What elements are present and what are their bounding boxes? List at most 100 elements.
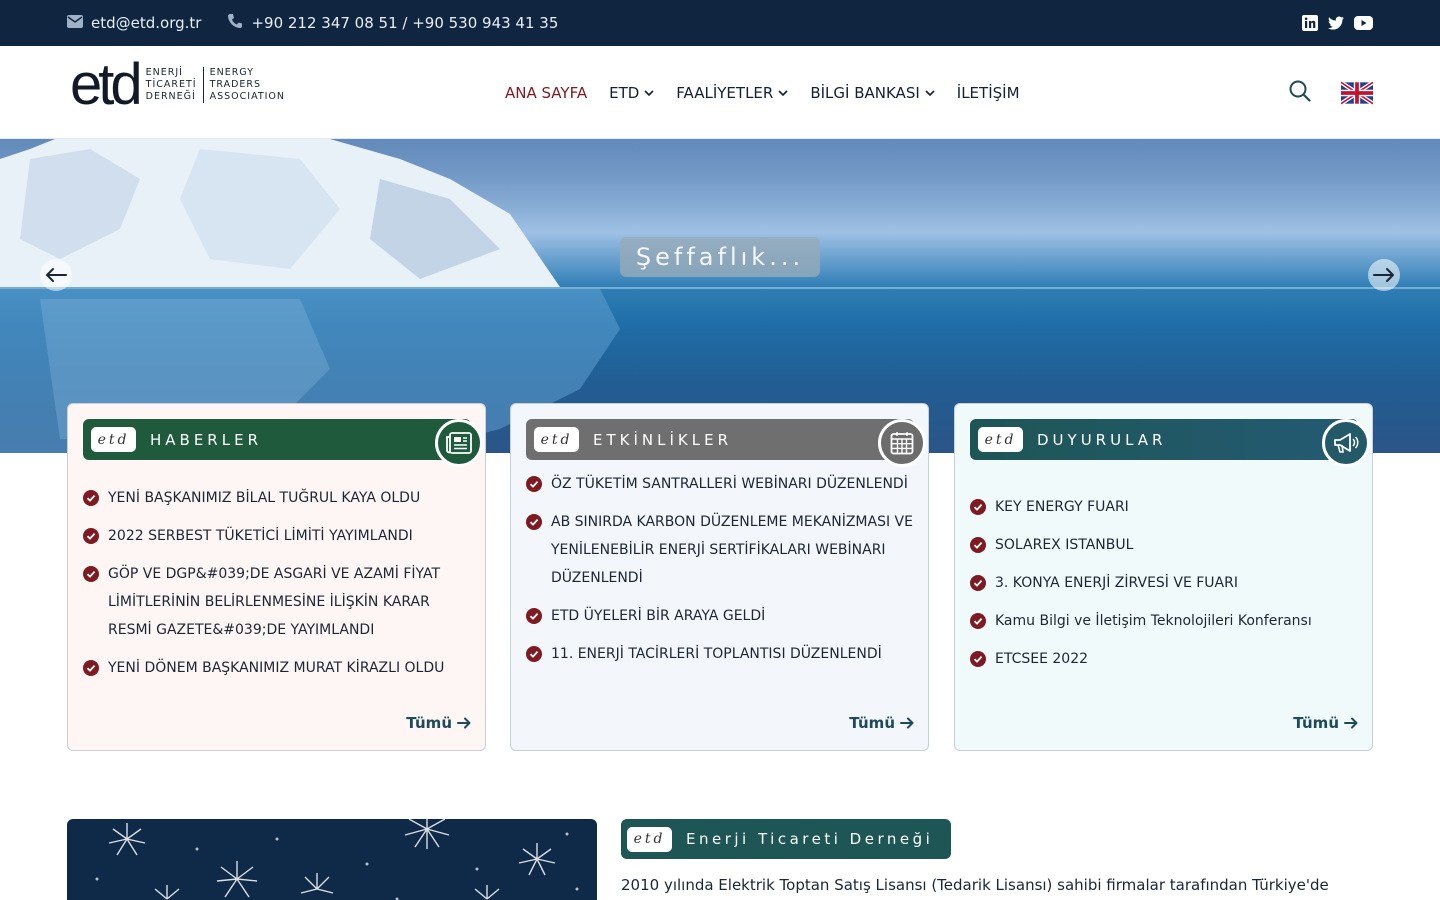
about-section-text: 2010 yılında Elektrik Toptan Satış Lisan… bbox=[621, 876, 1329, 894]
logo-tr-line-2: TİCARETİ bbox=[145, 79, 197, 90]
list-item[interactable]: GÖP VE DGP&#039;DE ASGARİ VE AZAMİ FİYAT… bbox=[83, 560, 471, 644]
check-circle-icon bbox=[526, 514, 542, 530]
chevron-down-icon bbox=[644, 89, 654, 96]
check-circle-icon bbox=[526, 646, 542, 662]
see-all-label: Tümü bbox=[849, 714, 895, 732]
email-text: etd@etd.org.tr bbox=[91, 14, 202, 32]
envelope-icon bbox=[67, 14, 83, 32]
nav-label: İLETİŞİM bbox=[956, 83, 1020, 102]
newspaper-icon bbox=[435, 419, 483, 467]
check-circle-icon bbox=[970, 575, 986, 591]
check-circle-icon bbox=[970, 537, 986, 553]
nav-item-contact[interactable]: İLETİŞİM bbox=[957, 84, 1020, 102]
logo-mark: etd bbox=[70, 52, 143, 117]
email-link[interactable]: etd@etd.org.tr bbox=[67, 14, 201, 32]
arrow-right-icon bbox=[900, 717, 914, 729]
list-item-text: ETD ÜYELERİ BİR ARAYA GELDİ bbox=[551, 608, 766, 624]
logo-en-line-1: ENERGY bbox=[209, 67, 254, 78]
list-item[interactable]: YENİ DÖNEM BAŞKANIMIZ MURAT KİRAZLI OLDU bbox=[83, 654, 471, 682]
nav-label: ETD bbox=[609, 83, 640, 102]
nav-item-knowledge-base[interactable]: BİLGİ BANKASI bbox=[810, 84, 935, 102]
list-item-text: Kamu Bilgi ve İletişim Teknolojileri Kon… bbox=[995, 613, 1312, 629]
list-item[interactable]: 2022 SERBEST TÜKETİCİ LİMİTİ YAYIMLANDI bbox=[83, 522, 471, 550]
announcements-list: KEY ENERGY FUARI SOLAREX ISTANBUL 3. KON… bbox=[970, 493, 1358, 683]
arrow-right-icon bbox=[1373, 268, 1394, 282]
english-flag-icon[interactable] bbox=[1341, 80, 1373, 105]
nav-item-activities[interactable]: FAALİYETLER bbox=[676, 84, 788, 102]
nav-label: FAALİYETLER bbox=[676, 83, 774, 102]
site-logo[interactable]: etd ENERJİ TİCARETİ DERNEĞİ ENERGY TRADE… bbox=[70, 56, 285, 114]
list-item[interactable]: Kamu Bilgi ve İletişim Teknolojileri Kon… bbox=[970, 607, 1358, 635]
list-item-text: GÖP VE DGP&#039;DE ASGARİ VE AZAMİ FİYAT… bbox=[108, 566, 441, 638]
list-item[interactable]: 11. ENERJİ TACİRLERİ TOPLANTISI DÜZENLEN… bbox=[526, 640, 914, 668]
list-item-text: ÖZ TÜKETİM SANTRALLERİ WEBİNARI DÜZENLEN… bbox=[551, 476, 908, 492]
contact-info: etd@etd.org.tr +90 212 347 08 51 / +90 5… bbox=[67, 0, 558, 46]
list-item[interactable]: SOLAREX ISTANBUL bbox=[970, 531, 1358, 559]
see-all-label: Tümü bbox=[406, 714, 452, 732]
etd-pill: etd bbox=[91, 427, 136, 452]
search-icon[interactable] bbox=[1289, 80, 1311, 106]
check-circle-icon bbox=[970, 499, 986, 515]
list-item-text: 11. ENERJİ TACİRLERİ TOPLANTISI DÜZENLEN… bbox=[551, 646, 882, 662]
list-item[interactable]: 3. KONYA ENERJİ ZİRVESİ VE FUARI bbox=[970, 569, 1358, 597]
list-item[interactable]: ETCSEE 2022 bbox=[970, 645, 1358, 673]
events-card-header: etd ETKİNLİKLER bbox=[526, 419, 926, 467]
fireworks-image bbox=[67, 819, 597, 900]
logo-text-tr: ENERJİ TİCARETİ DERNEĞİ bbox=[146, 67, 204, 103]
slider-next-button[interactable] bbox=[1368, 259, 1400, 291]
linkedin-icon[interactable] bbox=[1302, 15, 1318, 31]
nav-item-home[interactable]: ANA SAYFA bbox=[505, 84, 587, 102]
list-item-text: SOLAREX ISTANBUL bbox=[995, 537, 1134, 553]
phone-link[interactable]: +90 212 347 08 51 / +90 530 943 41 35 bbox=[227, 13, 558, 33]
check-circle-icon bbox=[970, 613, 986, 629]
arrow-right-icon bbox=[1344, 717, 1358, 729]
social-links bbox=[1302, 0, 1373, 46]
list-item[interactable]: AB SINIRDA KARBON DÜZENLEME MEKANİZMASI … bbox=[526, 508, 914, 592]
announcements-card: etd DUYURULAR KEY ENERGY FUARI SOLAREX I… bbox=[954, 403, 1373, 751]
youtube-icon[interactable] bbox=[1354, 15, 1373, 31]
events-card-title: ETKİNLİKLER bbox=[593, 430, 732, 449]
header-tools bbox=[1289, 46, 1373, 139]
list-item-text: YENİ DÖNEM BAŞKANIMIZ MURAT KİRAZLI OLDU bbox=[108, 660, 445, 676]
about-section-header: etd Enerji Ticareti Derneği bbox=[621, 819, 951, 859]
slider-prev-button[interactable] bbox=[40, 259, 72, 291]
events-card: etd ETKİNLİKLER ÖZ TÜKETİM SANTRALLERİ W… bbox=[510, 403, 929, 751]
news-card-title: HABERLER bbox=[150, 430, 262, 449]
check-circle-icon bbox=[83, 490, 99, 506]
announcements-card-title: DUYURULAR bbox=[1037, 430, 1167, 449]
phone-icon bbox=[227, 13, 243, 33]
about-section-title: Enerji Ticareti Derneği bbox=[686, 830, 934, 848]
logo-tr-line-1: ENERJİ bbox=[145, 67, 183, 78]
list-item-text: 2022 SERBEST TÜKETİCİ LİMİTİ YAYIMLANDI bbox=[108, 528, 413, 544]
chevron-down-icon bbox=[778, 89, 788, 96]
announcements-see-all-link[interactable]: Tümü bbox=[1293, 714, 1358, 732]
list-item[interactable]: ÖZ TÜKETİM SANTRALLERİ WEBİNARI DÜZENLEN… bbox=[526, 470, 914, 498]
main-nav: ANA SAYFA ETD FAALİYETLER BİLGİ BANKASI … bbox=[505, 46, 1020, 139]
megaphone-icon bbox=[1322, 419, 1370, 467]
logo-tr-line-3: DERNEĞİ bbox=[145, 91, 196, 102]
etd-pill: etd bbox=[627, 826, 672, 852]
list-item[interactable]: KEY ENERGY FUARI bbox=[970, 493, 1358, 521]
nav-item-etd[interactable]: ETD bbox=[609, 84, 654, 102]
news-card: etd HABERLER YENİ BAŞKANIMIZ BİLAL TUĞRU… bbox=[67, 403, 486, 751]
arrow-left-icon bbox=[46, 268, 67, 282]
top-bar: etd@etd.org.tr +90 212 347 08 51 / +90 5… bbox=[0, 0, 1440, 46]
see-all-label: Tümü bbox=[1293, 714, 1339, 732]
events-see-all-link[interactable]: Tümü bbox=[849, 714, 914, 732]
list-item-text: 3. KONYA ENERJİ ZİRVESİ VE FUARI bbox=[995, 575, 1238, 591]
etd-pill: etd bbox=[978, 427, 1023, 452]
twitter-icon[interactable] bbox=[1328, 15, 1344, 31]
list-item-text: YENİ BAŞKANIMIZ BİLAL TUĞRUL KAYA OLDU bbox=[108, 490, 421, 506]
check-circle-icon bbox=[83, 660, 99, 676]
check-circle-icon bbox=[526, 608, 542, 624]
list-item[interactable]: ETD ÜYELERİ BİR ARAYA GELDİ bbox=[526, 602, 914, 630]
events-list: ÖZ TÜKETİM SANTRALLERİ WEBİNARI DÜZENLEN… bbox=[526, 470, 914, 678]
check-circle-icon bbox=[526, 476, 542, 492]
list-item-text: AB SINIRDA KARBON DÜZENLEME MEKANİZMASI … bbox=[551, 514, 913, 586]
logo-en-line-3: ASSOCIATION bbox=[209, 91, 286, 102]
news-see-all-link[interactable]: Tümü bbox=[406, 714, 471, 732]
check-circle-icon bbox=[970, 651, 986, 667]
logo-text-en: ENERGY TRADERS ASSOCIATION bbox=[204, 67, 285, 103]
list-item[interactable]: YENİ BAŞKANIMIZ BİLAL TUĞRUL KAYA OLDU bbox=[83, 484, 471, 512]
arrow-right-icon bbox=[457, 717, 471, 729]
